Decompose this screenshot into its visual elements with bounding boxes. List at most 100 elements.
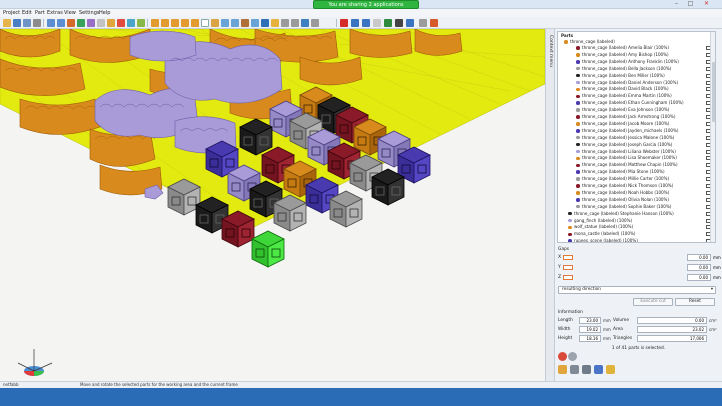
wireframe-icon[interactable] <box>241 19 249 27</box>
tree-item[interactable]: gang_finch (labeled) (100%) <box>558 218 715 224</box>
gap-y-color[interactable] <box>563 265 573 270</box>
label-icon[interactable] <box>271 19 279 27</box>
link-icon[interactable] <box>570 365 579 374</box>
mirror-icon[interactable] <box>137 19 145 27</box>
scale-icon[interactable] <box>127 19 135 27</box>
tree-item[interactable]: mona_castle (labeled) (100%) <box>558 231 715 237</box>
arrow-tool-icon[interactable] <box>430 19 438 27</box>
gap-x-input[interactable]: 0.00 <box>687 254 711 261</box>
cut-icon[interactable] <box>67 19 75 27</box>
export-icon[interactable] <box>395 19 403 27</box>
gap-x-color[interactable] <box>563 255 573 260</box>
screen-sharing-banner[interactable]: You are sharing 2 applications <box>313 0 419 9</box>
group-icon[interactable] <box>582 365 591 374</box>
tree-item[interactable]: throne_cage (labeled) Amelia Blair (100%… <box>558 45 715 51</box>
tree-item[interactable]: throne_cage (labeled) Nick Thomson (100%… <box>558 183 715 189</box>
zoom-icon[interactable] <box>201 19 209 27</box>
direction-dropdown[interactable]: resulting direction ▾ <box>558 286 716 294</box>
tree-item[interactable]: throne_cage (labeled) Emma Martin (100%) <box>558 93 715 99</box>
zoom-fit-icon[interactable] <box>211 19 219 27</box>
undo-icon[interactable] <box>47 19 55 27</box>
tree-item[interactable]: throne_cage (labeled) Eva Johnson (100%) <box>558 107 715 113</box>
boolean-icon[interactable] <box>373 19 381 27</box>
context-menu-tab[interactable]: Context menu <box>545 29 555 381</box>
menu-view[interactable]: View <box>64 10 76 16</box>
reset-button[interactable]: Reset <box>675 298 715 306</box>
menu-edit[interactable]: Edit <box>22 10 32 16</box>
check-icon[interactable] <box>384 19 392 27</box>
tree-item[interactable]: throne_cage (labeled) Ben Miller (100%) <box>558 73 715 79</box>
execute-cut-button[interactable]: Execute cut <box>633 298 673 306</box>
tree-item[interactable]: throne_cage (labeled) Matthew Chapin (10… <box>558 162 715 168</box>
tree-item[interactable]: throne_cage (labeled) Jayden_michaels (1… <box>558 128 715 134</box>
text-tool-icon[interactable] <box>419 19 427 27</box>
repair-icon[interactable] <box>351 19 359 27</box>
menu-settings[interactable]: Settings <box>79 10 100 16</box>
tree-item[interactable]: throne_cage (labeled) Joseph Garcia (100… <box>558 142 715 148</box>
tree-group-throne-cage[interactable]: throne_cage (labeled) <box>558 39 715 45</box>
tree-item[interactable]: throne_cage (labeled) Amy Bishop (100%) <box>558 52 715 58</box>
print-icon[interactable] <box>33 19 41 27</box>
perspective-icon[interactable] <box>221 19 229 27</box>
measure-icon[interactable] <box>261 19 269 27</box>
rotate-icon[interactable] <box>107 19 115 27</box>
cut-tool-icon[interactable] <box>406 19 414 27</box>
redo-icon[interactable] <box>57 19 65 27</box>
tree-root-parts[interactable]: Parts <box>558 33 715 39</box>
tree-item[interactable]: throne_cage (labeled) Jack Armstrong (10… <box>558 114 715 120</box>
gap-y-input[interactable]: 0.00 <box>687 264 711 271</box>
parts-tree[interactable]: Parts throne_cage (labeled) throne_cage … <box>557 31 716 243</box>
menu-project[interactable]: Project <box>3 10 20 16</box>
shading-icon[interactable] <box>231 19 239 27</box>
tree-item[interactable]: throne_cage (labeled) Anthony Franklin (… <box>558 59 715 65</box>
tree-item[interactable]: throne_cage (labeled) Stephanie Hanson (… <box>558 211 715 217</box>
tree-item[interactable]: throne_cage (labeled) Liliana Webster (1… <box>558 149 715 155</box>
tree-item[interactable]: throne_cage (labeled) Sophie Baker (100%… <box>558 204 715 210</box>
tree-item[interactable]: rupees_scene (labeled) (100%) <box>558 238 715 242</box>
tree-item[interactable]: throne_cage (labeled) Millie Carter (100… <box>558 176 715 182</box>
remove-icon[interactable] <box>568 352 577 361</box>
paste-icon[interactable] <box>87 19 95 27</box>
settings-icon[interactable] <box>311 19 319 27</box>
windows-taskbar[interactable] <box>0 388 722 406</box>
delete-icon[interactable] <box>97 19 105 27</box>
tree-item[interactable]: throne_cage (labeled) Jacob Moore (100%) <box>558 121 715 127</box>
support-icon[interactable] <box>281 19 289 27</box>
new-project-icon[interactable] <box>3 19 11 27</box>
gap-z-color[interactable] <box>563 275 573 280</box>
menu-part[interactable]: Part <box>35 10 45 16</box>
menu-help[interactable]: Help <box>99 10 110 16</box>
close-button[interactable]: ✕ <box>700 0 713 8</box>
add-icon[interactable] <box>558 352 567 361</box>
add-part-icon[interactable] <box>340 19 348 27</box>
tree-item[interactable]: throne_cage (labeled) Bella Jackson (100… <box>558 66 715 72</box>
tree-item[interactable]: throne_cage (labeled) Daniel Anderson (1… <box>558 80 715 86</box>
view-front-icon[interactable] <box>151 19 159 27</box>
slice-icon[interactable] <box>291 19 299 27</box>
tree-item[interactable]: throne_cage (labeled) Jessica Malone (10… <box>558 135 715 141</box>
copy-icon[interactable] <box>77 19 85 27</box>
tree-item[interactable]: throne_cage (labeled) Noah Hobbs (100%) <box>558 190 715 196</box>
tree-item[interactable]: throne_cage (labeled) Ethan Cunningham (… <box>558 100 715 106</box>
menu-extras[interactable]: Extras <box>47 10 63 16</box>
build-platform-scene[interactable] <box>0 29 545 381</box>
tree-scrollbar[interactable] <box>710 32 715 242</box>
view-right-icon[interactable] <box>181 19 189 27</box>
gap-z-input[interactable]: 0.00 <box>687 274 711 281</box>
minimize-button[interactable]: – <box>670 0 683 8</box>
save-icon[interactable] <box>23 19 31 27</box>
tree-item[interactable]: throne_cage (labeled) Mia Stone (100%) <box>558 169 715 175</box>
tree-item[interactable]: throne_cage (labeled) David Black (100%) <box>558 86 715 92</box>
view-top-icon[interactable] <box>191 19 199 27</box>
color-icon[interactable] <box>558 365 567 374</box>
tree-item[interactable]: throne_cage (labeled) Olivia Nolan (100%… <box>558 197 715 203</box>
maximize-button[interactable]: □ <box>684 0 697 8</box>
3d-viewport[interactable] <box>0 29 545 381</box>
section-icon[interactable] <box>251 19 259 27</box>
open-icon[interactable] <box>13 19 21 27</box>
move-icon[interactable] <box>117 19 125 27</box>
tree-item[interactable]: throne_cage (labeled) Lisa Shoemaker (10… <box>558 155 715 161</box>
export-part-icon[interactable] <box>606 365 615 374</box>
view-back-icon[interactable] <box>161 19 169 27</box>
tree-item[interactable]: wolf_statue (labeled) (100%) <box>558 224 715 230</box>
